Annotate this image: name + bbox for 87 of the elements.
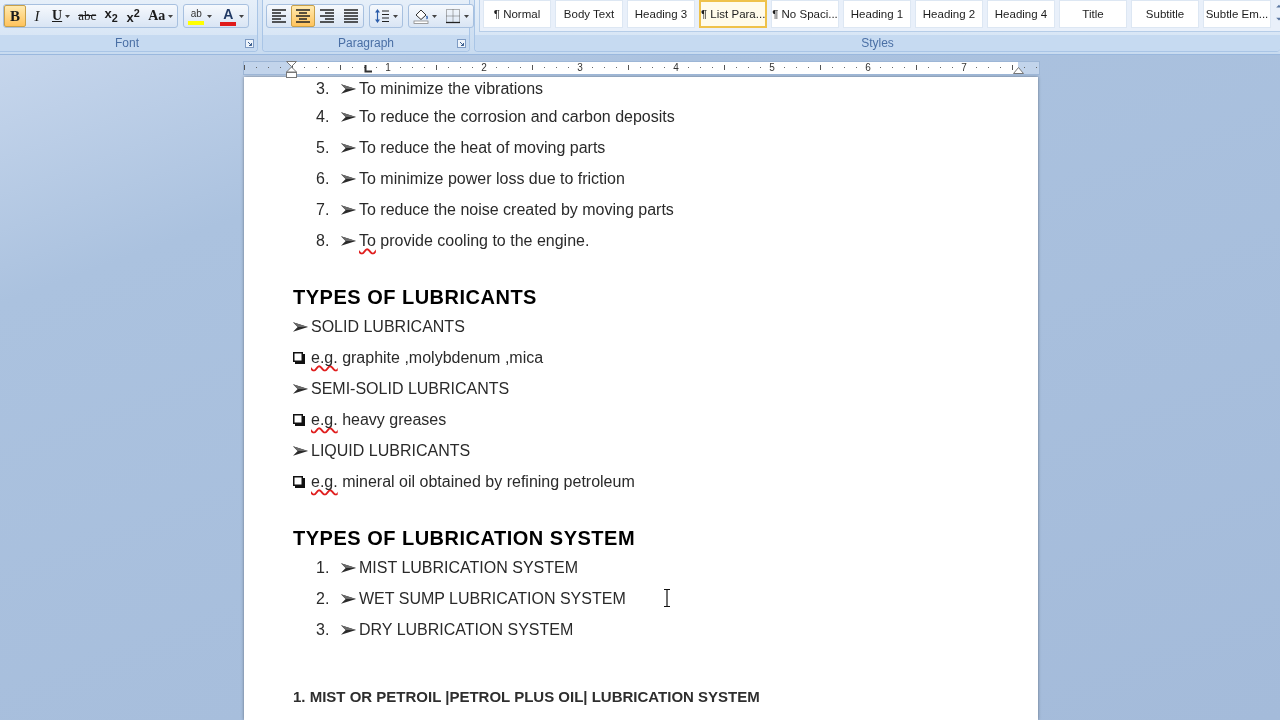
arrowhead-bullet-icon: [341, 84, 356, 94]
square-bullet-icon: [293, 413, 305, 426]
ruler-number: 3: [575, 62, 585, 74]
arrowhead-bullet-icon: [341, 235, 356, 246]
list-item-text: To provide cooling to the engine.: [359, 231, 590, 251]
group-label: Styles: [861, 36, 894, 50]
text-cursor-icon: [663, 589, 671, 607]
list-item-text: SOLID LUBRICANTS: [311, 317, 465, 337]
list-item-text: e.g. heavy greases: [311, 410, 447, 430]
style-tile[interactable]: Heading 2: [915, 0, 983, 28]
borders-icon: [445, 8, 461, 24]
font-color-button[interactable]: A: [216, 5, 249, 27]
list-number: 8.: [316, 231, 331, 250]
ruler-number: 2: [479, 62, 489, 74]
ruler-number: 1: [383, 62, 393, 74]
arrowhead-bullet-icon: [341, 624, 356, 635]
list-number: 6.: [316, 169, 331, 188]
square-bullet-icon: [293, 475, 305, 488]
list-number: 4.: [316, 107, 331, 126]
list-number: 5.: [316, 138, 331, 157]
section-heading: TYPES OF LUBRICANTS: [293, 285, 537, 310]
bold-button[interactable]: B: [4, 5, 26, 27]
arrowhead-bullet-icon: [293, 445, 308, 456]
list-item-text: To minimize the vibrations: [359, 80, 544, 99]
style-tile[interactable]: Title: [1059, 0, 1127, 28]
list-number: 1.: [316, 558, 331, 577]
change-case-button[interactable]: Aa: [144, 5, 178, 27]
style-tile[interactable]: ¶ Normal: [483, 0, 551, 28]
align-left-icon: [271, 8, 287, 24]
right-indent-icon[interactable]: [1013, 67, 1024, 74]
italic-button[interactable]: I: [26, 5, 48, 27]
list-number: 3.: [316, 80, 331, 98]
arrowhead-bullet-icon: [341, 111, 356, 122]
tab-stop-icon[interactable]: [364, 65, 372, 73]
list-item-text: WET SUMP LUBRICATION SYSTEM: [359, 589, 626, 609]
list-item-text: LIQUID LUBRICANTS: [311, 441, 471, 461]
subsection-heading: 1. MIST OR PETROIL |PETROL PLUS OIL| LUBRICATION SYSTEM: [293, 687, 760, 707]
ruler-number: 5: [767, 62, 777, 74]
list-number: 3.: [316, 620, 331, 639]
list-item-text: SEMI-SOLID LUBRICANTS: [311, 379, 510, 399]
style-tile[interactable]: Heading 4: [987, 0, 1055, 28]
justify-icon: [343, 8, 359, 24]
square-bullet-icon: [293, 351, 305, 364]
arrowhead-bullet-icon: [293, 321, 308, 332]
line-spacing-button[interactable]: [369, 4, 403, 28]
list-item-text: e.g. mineral oil obtained by refining petroleum: [311, 472, 635, 492]
subscript-button[interactable]: x$_{2}$: [100, 5, 123, 27]
list-number: 2.: [316, 589, 331, 608]
list-item-text: To reduce the heat of moving parts: [359, 138, 606, 158]
align-right-icon: [319, 8, 335, 24]
underline-button[interactable]: U: [48, 5, 75, 27]
style-tile[interactable]: Heading 3: [627, 0, 695, 28]
ruler-number: 6: [863, 62, 873, 74]
arrowhead-bullet-icon: [341, 593, 356, 604]
line-spacing-icon: [374, 8, 390, 24]
list-item-text: e.g. graphite ,molybdenum ,mica: [311, 348, 544, 368]
highlight-button[interactable]: ab: [184, 5, 217, 27]
ruler-number: 7: [959, 62, 969, 74]
indent-marker-icon[interactable]: [286, 61, 297, 78]
arrowhead-bullet-icon: [341, 562, 356, 573]
group-label: Paragraph: [337, 36, 394, 50]
style-tile[interactable]: ¶ No Spaci...: [771, 0, 839, 28]
style-tile[interactable]: Subtitle: [1131, 0, 1199, 28]
arrowhead-bullet-icon: [341, 173, 356, 184]
section-heading: TYPES OF LUBRICATION SYSTEM: [293, 526, 636, 551]
list-item-text: To reduce the noise created by moving parts: [359, 200, 674, 220]
list-item-text: MIST LUBRICATION SYSTEM: [359, 558, 578, 578]
align-center-button[interactable]: [291, 5, 315, 27]
dialog-launcher-icon[interactable]: [245, 38, 254, 48]
style-tile[interactable]: Subtle Em...: [1203, 0, 1271, 28]
arrowhead-bullet-icon: [341, 204, 356, 215]
list-item-text: To reduce the corrosion and carbon deposits: [359, 107, 675, 127]
ruler-number: 4: [671, 62, 681, 74]
superscript-button[interactable]: x$^{2}$: [122, 5, 145, 27]
list-number: 7.: [316, 200, 331, 219]
strikethrough-button[interactable]: abc: [74, 5, 101, 27]
list-item-text: To minimize power loss due to friction: [359, 169, 625, 189]
group-label: Font: [115, 36, 139, 50]
style-tile[interactable]: Body Text: [555, 0, 623, 28]
arrowhead-bullet-icon: [293, 383, 308, 394]
list-item-text: DRY LUBRICATION SYSTEM: [359, 620, 574, 640]
dialog-launcher-icon[interactable]: [457, 38, 466, 48]
shading-icon: [413, 8, 429, 24]
style-tile[interactable]: Heading 1: [843, 0, 911, 28]
arrowhead-bullet-icon: [341, 142, 356, 153]
style-tile[interactable]: ¶ List Para...: [699, 0, 767, 28]
align-center-icon: [295, 8, 311, 24]
